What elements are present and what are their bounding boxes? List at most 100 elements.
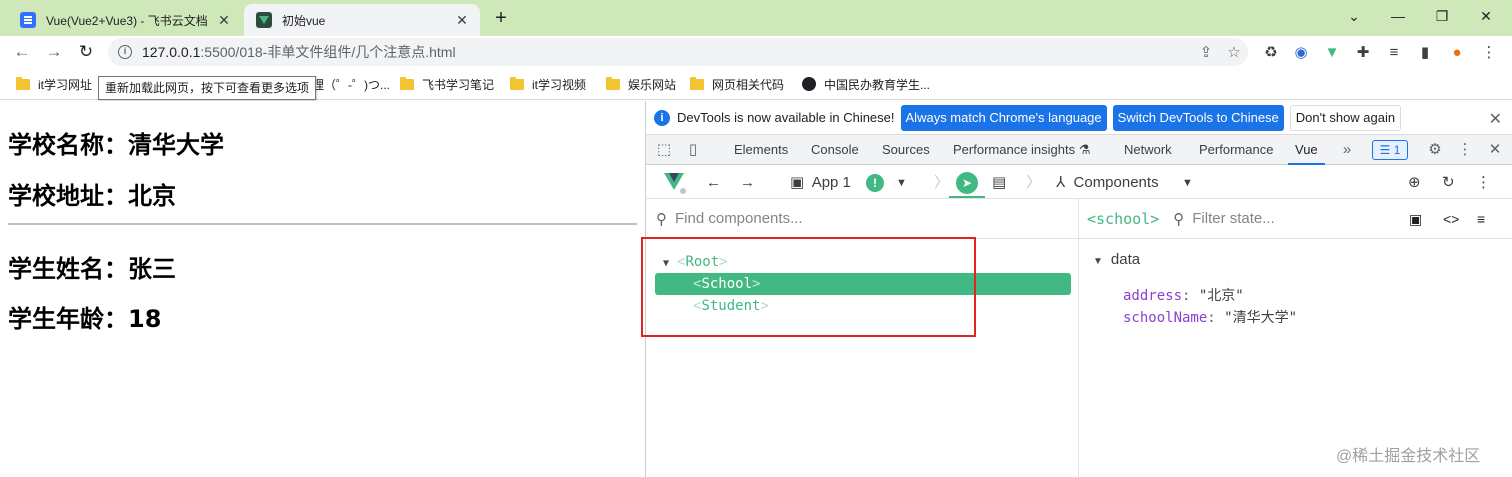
- share-icon[interactable]: ⇪: [1192, 43, 1220, 61]
- minimize-icon[interactable]: —: [1378, 4, 1418, 28]
- url-text: 127.0.0.1:5500/018-非单文件组件/几个注意点.html: [142, 44, 456, 60]
- student-name-heading: 学生姓名：张三: [8, 255, 176, 283]
- switch-to-chinese-button[interactable]: Switch DevTools to Chinese: [1112, 104, 1284, 131]
- doc-icon: [20, 12, 36, 28]
- search-icon: ⚲: [1173, 210, 1185, 228]
- filter-state-input[interactable]: Filter state...: [1192, 210, 1275, 227]
- scroll-to-component-icon[interactable]: ▣: [1409, 211, 1422, 228]
- settings-gear-icon[interactable]: ⚙: [1426, 141, 1444, 159]
- flask-icon: ⚗: [1078, 142, 1091, 157]
- school-address-heading: 学校地址：北京: [8, 182, 176, 210]
- tab-search-icon[interactable]: ⌄: [1334, 4, 1374, 28]
- bookmark-folder[interactable]: 飞书学习笔记: [400, 76, 494, 92]
- folder-icon: [400, 76, 414, 90]
- vue-icon: [256, 12, 272, 28]
- forward-arrow-icon[interactable]: →: [740, 172, 755, 194]
- highlight-annotation-box: [641, 237, 976, 337]
- component-search[interactable]: ⚲ Find components...: [646, 199, 1078, 239]
- bookmark-folder[interactable]: 娱乐网站: [606, 76, 676, 92]
- restore-icon[interactable]: ❐: [1422, 4, 1462, 28]
- more-tabs-icon[interactable]: »: [1338, 141, 1356, 159]
- inspect-element-icon[interactable]: ⬚: [655, 141, 673, 159]
- refresh-icon[interactable]: ↻: [1442, 172, 1455, 194]
- folder-icon: [606, 76, 620, 90]
- app-dropdown-icon[interactable]: ▼: [896, 172, 907, 194]
- bookmark-folder[interactable]: it学习网址: [16, 76, 92, 92]
- side-panel-icon[interactable]: ▮: [1414, 42, 1436, 64]
- bookmark-folder[interactable]: 网页相关代码: [690, 76, 784, 92]
- folder-icon: [690, 76, 704, 90]
- issues-badge[interactable]: ☰ 1: [1372, 140, 1408, 160]
- profile-avatar-icon[interactable]: ●: [1446, 42, 1468, 64]
- tab-performance[interactable]: Performance: [1199, 135, 1273, 165]
- close-tab-icon[interactable]: ✕: [454, 12, 470, 28]
- new-tab-button[interactable]: +: [488, 7, 514, 31]
- tab-performance-insights[interactable]: Performance insights ⚗: [953, 135, 1090, 165]
- browser-toolbar: ← → ↻ i 127.0.0.1:5500/018-非单文件组件/几个注意点.…: [0, 36, 1512, 68]
- address-bar[interactable]: i 127.0.0.1:5500/018-非单文件组件/几个注意点.html ⇪…: [108, 38, 1248, 66]
- bookmark-folder[interactable]: 理（゜-゜)つ...: [312, 76, 390, 92]
- vue-devtools-toolbar: ← → ▣ App 1 ! ▼ 〉 ➤ ▤ 〉 ⅄ Components ▼ ⊕…: [646, 166, 1512, 199]
- info-icon: i: [654, 109, 670, 126]
- timeline-icon[interactable]: ▤: [992, 172, 1006, 194]
- bookmark-link[interactable]: 中国民办教育学生...: [802, 76, 930, 92]
- bookmark-folder[interactable]: it学习视频: [510, 76, 586, 92]
- tab-sources[interactable]: Sources: [882, 135, 930, 165]
- component-search-input[interactable]: Find components...: [675, 210, 803, 227]
- tab-title: 初始vue: [282, 13, 326, 28]
- bookmark-star-icon[interactable]: ☆: [1220, 43, 1248, 61]
- browser-tab-feishu[interactable]: Vue(Vue2+Vue3) - 飞书云文档 ✕: [8, 4, 242, 36]
- school-name-heading: 学校名称：清华大学: [8, 131, 224, 159]
- reload-icon[interactable]: ↻: [72, 38, 100, 66]
- data-section-header[interactable]: ▼ data: [1093, 251, 1140, 268]
- site-info-icon[interactable]: i: [118, 45, 132, 59]
- separator-chevron-icon: 〉: [934, 174, 950, 191]
- app-status-icon: !: [866, 174, 884, 192]
- extensions-puzzle-icon[interactable]: ✚: [1352, 42, 1374, 64]
- back-icon[interactable]: ←: [8, 38, 36, 66]
- inspector-compass-icon[interactable]: ➤: [956, 172, 978, 194]
- always-match-language-button[interactable]: Always match Chrome's language: [900, 104, 1107, 131]
- state-header: <school> ⚲ Filter state... ▣ <> ≡: [1079, 199, 1512, 239]
- show-render-code-icon[interactable]: <>: [1443, 211, 1459, 227]
- close-tab-icon[interactable]: ✕: [216, 12, 232, 28]
- chrome-menu-icon[interactable]: ⋮: [1478, 42, 1500, 64]
- app-selector[interactable]: ▣ App 1: [790, 172, 851, 194]
- reading-list-icon[interactable]: ≡: [1383, 42, 1405, 64]
- collapse-arrow-icon[interactable]: ▼: [1093, 256, 1103, 267]
- active-indicator: [949, 196, 985, 198]
- back-arrow-icon[interactable]: ←: [706, 172, 721, 194]
- language-infobar: i DevTools is now available in Chinese! …: [646, 101, 1512, 135]
- app-icon: ▣: [790, 174, 805, 191]
- select-component-icon[interactable]: ⊕: [1408, 172, 1421, 194]
- devtools-menu-icon[interactable]: ⋮: [1456, 141, 1474, 159]
- infobar-message: DevTools is now available in Chinese!: [677, 110, 895, 125]
- browser-tab-vue[interactable]: 初始vue ✕: [244, 4, 480, 36]
- opera-extension-icon[interactable]: ◉: [1290, 42, 1312, 64]
- components-selector[interactable]: ⅄ Components: [1056, 172, 1159, 194]
- vue-devtools-extension-icon[interactable]: ▼: [1321, 42, 1343, 64]
- close-devtools-icon[interactable]: ✕: [1486, 141, 1504, 159]
- state-prop-address[interactable]: address: "北京": [1123, 285, 1244, 305]
- devtools-tabbar: ⬚ ▯ Elements Console Sources Performance…: [646, 135, 1512, 165]
- tab-title: Vue(Vue2+Vue3) - 飞书云文档: [46, 13, 208, 28]
- vue-menu-icon[interactable]: ⋮: [1476, 172, 1491, 194]
- forward-icon[interactable]: →: [40, 38, 68, 66]
- search-icon: ⚲: [656, 210, 667, 228]
- tab-console[interactable]: Console: [811, 135, 859, 165]
- close-infobar-icon[interactable]: ✕: [1489, 109, 1502, 129]
- inspect-dom-icon[interactable]: ≡: [1477, 211, 1485, 227]
- dont-show-again-button[interactable]: Don't show again: [1289, 104, 1402, 131]
- student-age-heading: 学生年龄：18: [8, 305, 162, 333]
- selected-component-name: <school>: [1087, 209, 1160, 228]
- device-toolbar-icon[interactable]: ▯: [684, 141, 702, 159]
- state-prop-schoolname[interactable]: schoolName: "清华大学": [1123, 307, 1297, 327]
- tab-network[interactable]: Network: [1124, 135, 1172, 165]
- close-window-icon[interactable]: ✕: [1466, 4, 1506, 28]
- component-state-pane: <school> ⚲ Filter state... ▣ <> ≡ ▼ data …: [1079, 199, 1512, 477]
- folder-icon: [16, 76, 30, 90]
- tab-vue[interactable]: Vue: [1288, 135, 1325, 165]
- components-dropdown-icon[interactable]: ▼: [1182, 172, 1193, 194]
- tab-elements[interactable]: Elements: [734, 135, 788, 165]
- recycle-extension-icon[interactable]: ♻: [1260, 42, 1282, 64]
